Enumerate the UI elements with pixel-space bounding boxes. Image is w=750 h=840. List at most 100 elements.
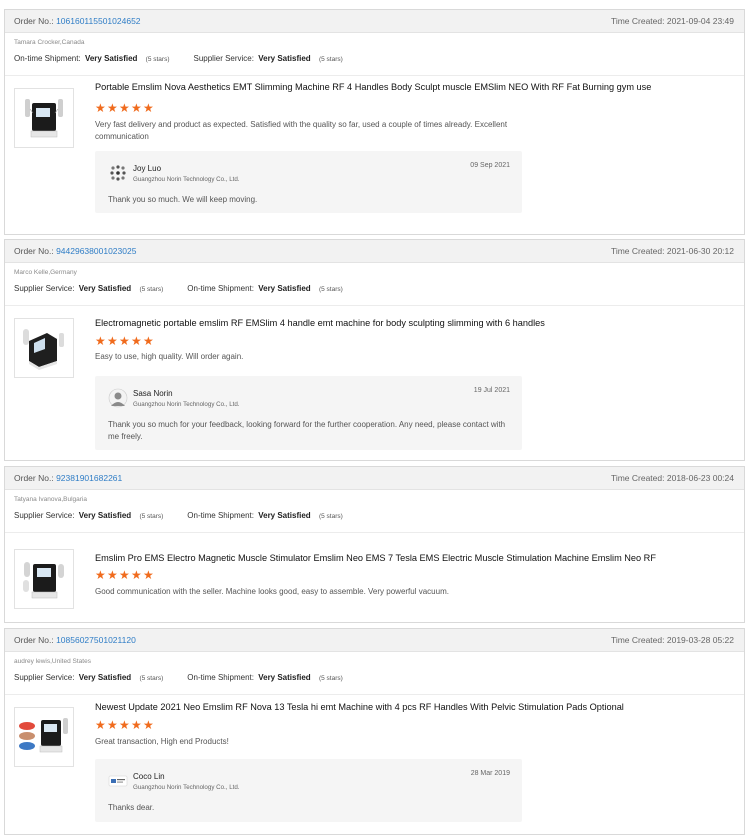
- product-title[interactable]: Newest Update 2021 Neo Emslim RF Nova 13…: [95, 702, 624, 712]
- star-icon: ★: [143, 568, 154, 582]
- buyer-name: Tatyana Ivanova,Bulgaria: [14, 496, 87, 503]
- time-created: Time Created: 2019-03-28 05:22: [611, 635, 734, 645]
- rating-value: Very Satisfied: [78, 672, 132, 682]
- star-icon: ★: [107, 718, 118, 732]
- seller-avatar-icon: [108, 775, 128, 787]
- time-created-label: Time Created:: [610, 635, 665, 645]
- rating-item: On-time Shipment: Very Satisfied (5 star…: [14, 54, 170, 63]
- buyer-info: Tamara Crocker,Canada On-time Shipment: …: [5, 33, 744, 76]
- rating-label: Supplier Service:: [14, 510, 75, 520]
- rating-value: Very Satisfied: [258, 672, 311, 682]
- review-card: Order No.: 92381901682261 Time Created: …: [4, 466, 745, 623]
- star-icon: ★: [107, 568, 118, 582]
- rating-item: Supplier Service: Very Satisfied (5 star…: [14, 673, 163, 682]
- star-icon: ★: [131, 568, 142, 582]
- star-rating: ★ ★ ★ ★ ★: [95, 569, 154, 581]
- machine-image-icon: [25, 99, 63, 138]
- review-card: Order No.: 10856027501021120 Time Create…: [4, 628, 745, 835]
- reply-text: Thank you so much. We will keep moving.: [108, 195, 258, 204]
- star-icon: ★: [131, 718, 142, 732]
- rating-value: Very Satisfied: [258, 510, 311, 520]
- product-thumbnail[interactable]: [14, 88, 74, 148]
- reply-author: Coco Lin: [133, 772, 165, 781]
- rating-item: Supplier Service: Very Satisfied (5 star…: [194, 54, 343, 63]
- star-icon: ★: [131, 101, 142, 115]
- rating-label: On-time Shipment:: [187, 283, 254, 293]
- rating-label: Supplier Service:: [193, 53, 254, 63]
- rating-label: Supplier Service:: [14, 283, 75, 293]
- order-no-label: Order No.:: [14, 635, 54, 645]
- product-thumbnail[interactable]: [14, 549, 74, 609]
- time-created: Time Created: 2021-06-30 20:12: [611, 246, 734, 256]
- star-rating: ★ ★ ★ ★ ★: [95, 102, 154, 114]
- ratings-row: Supplier Service: Very Satisfied (5 star…: [14, 667, 735, 687]
- star-rating: ★ ★ ★ ★ ★: [95, 335, 154, 347]
- rating-label: Supplier Service:: [14, 672, 75, 682]
- product-title[interactable]: Portable Emslim Nova Aesthetics EMT Slim…: [95, 82, 651, 92]
- reply-date: 09 Sep 2021: [470, 162, 510, 169]
- star-icon: ★: [119, 101, 130, 115]
- review-text: Easy to use, high quality. Will order ag…: [95, 352, 244, 361]
- reply-author: Joy Luo: [133, 164, 162, 173]
- rating-stars-text: (5 stars): [139, 285, 164, 293]
- star-icon: ★: [119, 718, 130, 732]
- star-icon: ★: [107, 101, 118, 115]
- star-icon: ★: [131, 334, 142, 348]
- machine-image-icon: [23, 329, 64, 370]
- rating-value: Very Satisfied: [258, 53, 311, 63]
- rating-stars-text: (5 stars): [318, 674, 343, 682]
- rating-label: On-time Shipment:: [187, 672, 254, 682]
- product-thumbnail[interactable]: [14, 318, 74, 378]
- buyer-info: Marco Kelle,Germany Supplier Service: Ve…: [5, 263, 744, 306]
- product-title[interactable]: Electromagnetic portable emslim RF EMSli…: [95, 318, 545, 328]
- machine-image-icon: [23, 562, 64, 599]
- buyer-name: Marco Kelle,Germany: [14, 269, 77, 276]
- reply-text: Thanks dear.: [108, 803, 155, 812]
- seller-avatar-icon: [108, 388, 128, 408]
- star-icon: ★: [143, 718, 154, 732]
- review-header: Order No.: 92381901682261 Time Created: …: [5, 467, 744, 490]
- review-text: Great transaction, High end Products!: [95, 737, 229, 746]
- rating-stars-text: (5 stars): [318, 512, 343, 520]
- rating-value: Very Satisfied: [78, 283, 132, 293]
- star-icon: ★: [143, 101, 154, 115]
- review-card: Order No.: 94429638001023025 Time Create…: [4, 239, 745, 461]
- order-no-link[interactable]: 10856027501021120: [56, 635, 136, 645]
- review-header: Order No.: 94429638001023025 Time Create…: [5, 240, 744, 263]
- time-created-value: 2021-09-04 23:49: [666, 16, 734, 26]
- rating-value: Very Satisfied: [258, 283, 311, 293]
- seller-reply: Joy Luo Guangzhou Norin Technology Co., …: [95, 151, 522, 213]
- reply-date: 28 Mar 2019: [470, 770, 510, 777]
- order-no-label: Order No.:: [14, 246, 54, 256]
- order-no-link[interactable]: 94429638001023025: [56, 246, 136, 256]
- time-created: Time Created: 2018-06-23 00:24: [611, 473, 734, 483]
- review-text: Very fast delivery and product as expect…: [95, 120, 508, 141]
- buyer-info: Tatyana Ivanova,Bulgaria Supplier Servic…: [5, 490, 744, 533]
- rating-stars-text: (5 stars): [318, 285, 343, 293]
- reply-text: Thank you so much for your feedback, loo…: [108, 420, 506, 441]
- rating-item: Supplier Service: Very Satisfied (5 star…: [14, 511, 163, 520]
- rating-item: Supplier Service: Very Satisfied (5 star…: [14, 284, 163, 293]
- rating-stars-text: (5 stars): [145, 55, 170, 63]
- machine-image-icon: [19, 718, 68, 753]
- reply-company: Guangzhou Norin Technology Co., Ltd.: [133, 176, 240, 183]
- review-text: Good communication with the seller. Mach…: [95, 587, 449, 596]
- rating-item: On-time Shipment: Very Satisfied (5 star…: [187, 511, 343, 520]
- order-no-link[interactable]: 106160115501024652: [56, 16, 140, 26]
- ratings-row: Supplier Service: Very Satisfied (5 star…: [14, 505, 735, 525]
- product-title[interactable]: Emslim Pro EMS Electro Magnetic Muscle S…: [95, 553, 656, 563]
- buyer-name: Tamara Crocker,Canada: [14, 39, 85, 46]
- star-rating: ★ ★ ★ ★ ★: [95, 719, 154, 731]
- rating-stars-text: (5 stars): [318, 55, 343, 63]
- order-no-link[interactable]: 92381901682261: [56, 473, 122, 483]
- review-header: Order No.: 106160115501024652 Time Creat…: [5, 10, 744, 33]
- reply-company: Guangzhou Norin Technology Co., Ltd.: [133, 784, 240, 791]
- ratings-row: On-time Shipment: Very Satisfied (5 star…: [14, 48, 735, 68]
- product-thumbnail[interactable]: [14, 707, 74, 767]
- star-icon: ★: [95, 101, 106, 115]
- rating-value: Very Satisfied: [78, 510, 132, 520]
- seller-reply: Sasa Norin Guangzhou Norin Technology Co…: [95, 376, 522, 450]
- rating-item: On-time Shipment: Very Satisfied (5 star…: [187, 284, 343, 293]
- star-icon: ★: [119, 334, 130, 348]
- time-created-value: 2019-03-28 05:22: [666, 635, 734, 645]
